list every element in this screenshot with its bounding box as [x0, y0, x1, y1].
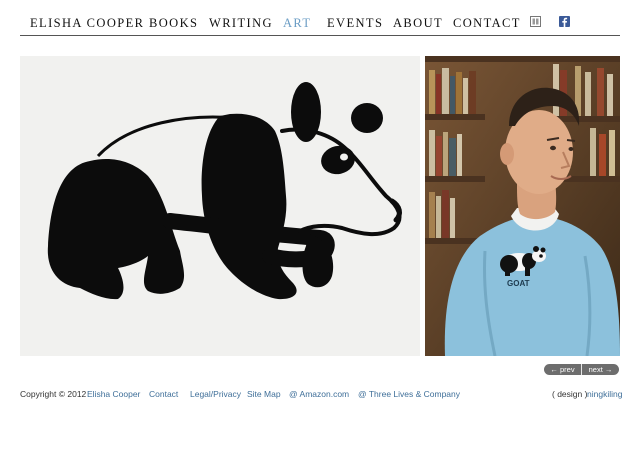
- design-credit-label: ( design ): [552, 389, 588, 399]
- author-portrait: GOAT: [425, 56, 620, 356]
- top-navigation: ELISHA COOPER BOOKS WRITING ART EVENTS A…: [20, 0, 620, 36]
- next-button[interactable]: next →: [582, 364, 619, 375]
- copyright-name-link[interactable]: Elisha Cooper: [87, 389, 140, 399]
- footer-link-contact[interactable]: Contact: [149, 389, 178, 399]
- site-title-link[interactable]: ELISHA COOPER: [30, 16, 144, 31]
- nav-writing[interactable]: WRITING: [209, 16, 273, 31]
- panda-painting-image[interactable]: [20, 56, 420, 356]
- facebook-icon[interactable]: [559, 16, 570, 27]
- footer-link-amazon[interactable]: @ Amazon.com: [289, 389, 349, 399]
- footer-link-legal[interactable]: Legal/Privacy: [190, 389, 241, 399]
- mail-icon[interactable]: [530, 16, 541, 27]
- copyright-text: Copyright © 2012: [20, 389, 87, 399]
- nav-art[interactable]: ART: [283, 16, 311, 31]
- panda-illustration: [20, 56, 420, 356]
- author-photo[interactable]: GOAT: [425, 56, 620, 356]
- nav-events[interactable]: EVENTS: [327, 16, 383, 31]
- footer-link-three-lives[interactable]: @ Three Lives & Company: [358, 389, 460, 399]
- gallery-pager: ← prev next →: [544, 364, 619, 375]
- shirt-text: GOAT: [507, 279, 530, 288]
- nav-books[interactable]: BOOKS: [149, 16, 198, 31]
- nav-about[interactable]: ABOUT: [393, 16, 443, 31]
- footer-link-sitemap[interactable]: Site Map: [247, 389, 281, 399]
- prev-button[interactable]: ← prev: [544, 364, 581, 375]
- nav-contact[interactable]: CONTACT: [453, 16, 521, 31]
- footer: Copyright © 2012 Elisha Cooper Contact L…: [20, 389, 622, 403]
- designer-link[interactable]: ningkiling: [587, 389, 622, 399]
